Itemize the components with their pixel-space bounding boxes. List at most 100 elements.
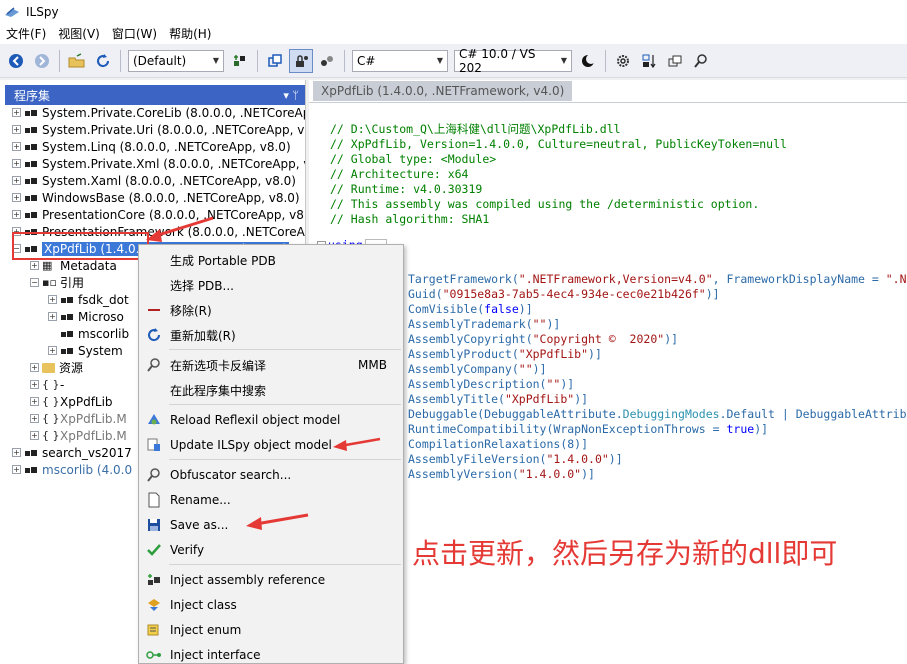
expand-toggle-icon[interactable]: + xyxy=(48,346,57,355)
context-menu-label: Reload Reflexil object model xyxy=(170,413,341,427)
language-combo[interactable]: C# ▼ xyxy=(352,49,448,72)
menu-file[interactable]: 文件(F) xyxy=(0,24,52,44)
assembly-icon xyxy=(24,175,38,187)
assembly-icon xyxy=(24,192,38,204)
options-button[interactable] xyxy=(611,49,635,73)
collapse-toggle-icon[interactable]: − xyxy=(30,278,39,287)
tree-item-label: System.Private.CoreLib (8.0.0.0, .NETCor… xyxy=(42,105,305,120)
tree-item-label: System xyxy=(78,343,123,358)
expand-toggle-icon[interactable]: + xyxy=(12,125,21,134)
tree-item[interactable]: +{ } XpPdfLib.M xyxy=(30,427,127,444)
expand-toggle-icon[interactable]: + xyxy=(12,159,21,168)
menu-window[interactable]: 窗口(W) xyxy=(106,24,163,44)
tree-item[interactable]: + search_vs2017 xyxy=(12,444,132,461)
code-token: TargetFramework( xyxy=(408,272,519,286)
manage-lists-button[interactable] xyxy=(228,49,252,73)
new-window-button[interactable] xyxy=(663,49,687,73)
context-menu-item[interactable]: 移除(R) xyxy=(139,298,403,322)
tree-item[interactable]: + fsdk_dot xyxy=(48,291,129,308)
menu-help[interactable]: 帮助(H) xyxy=(163,24,217,44)
collapse-all-icon xyxy=(268,53,282,67)
tree-item[interactable]: + System.Private.Xml (8.0.0.0, .NETCoreAp… xyxy=(12,155,305,172)
expand-toggle-icon[interactable]: + xyxy=(12,193,21,202)
code-token: ComVisible( xyxy=(408,302,485,316)
open-button[interactable] xyxy=(65,49,89,73)
context-menu-label: 在此程序集中搜索 xyxy=(170,383,267,398)
expand-toggle-icon[interactable]: + xyxy=(12,465,21,474)
expand-toggle-icon[interactable]: + xyxy=(12,176,21,185)
tree-item-label: XpPdfLib.M xyxy=(60,428,127,443)
pane-pin-button[interactable]: ▾ ᛘ xyxy=(283,89,299,102)
expand-toggle-icon[interactable]: + xyxy=(12,142,21,151)
tree-item[interactable]: + WindowsBase (8.0.0.0, .NETCoreApp, v8.0… xyxy=(12,189,300,206)
expand-toggle-icon[interactable]: + xyxy=(12,108,21,117)
tree-item[interactable]: + PresentationCore (8.0.0.0, .NETCoreApp,… xyxy=(12,206,305,223)
language-version-value: C# 10.0 / VS 202 xyxy=(459,46,536,75)
expand-toggle-icon[interactable]: + xyxy=(30,431,39,440)
members-icon xyxy=(321,55,333,66)
tree-item[interactable]: + System.Xaml (8.0.0.0, .NETCoreApp, v8.0… xyxy=(12,172,296,189)
context-menu-item[interactable]: Inject enum xyxy=(139,618,403,642)
context-menu-item[interactable]: 在新选项卡反编译 MMB xyxy=(139,353,403,377)
tree-item[interactable]: +{ } XpPdfLib xyxy=(30,393,113,410)
show-all-toggle[interactable] xyxy=(315,49,339,73)
menu-view[interactable]: 视图(V) xyxy=(52,24,106,44)
context-menu-item[interactable]: Update ILSpy object model xyxy=(139,433,403,457)
expand-toggle-icon[interactable]: + xyxy=(30,397,39,406)
code-token: "" xyxy=(532,317,547,331)
assembly-list-combo[interactable]: (Default) ▼ xyxy=(128,49,224,72)
context-menu-item[interactable]: Verify xyxy=(139,538,403,562)
context-menu-item[interactable]: Rename... xyxy=(139,488,403,512)
expand-toggle-icon[interactable]: + xyxy=(48,295,57,304)
context-menu-item[interactable]: Inject assembly reference xyxy=(139,568,403,592)
context-menu-item[interactable]: 在此程序集中搜索 xyxy=(139,378,403,402)
tree-item-label: 引用 xyxy=(60,276,85,290)
theme-toggle-button[interactable] xyxy=(576,49,600,73)
tree-item[interactable]: + 资源 xyxy=(30,359,83,376)
code-token: true xyxy=(726,422,755,436)
expand-toggle-icon[interactable]: + xyxy=(30,363,39,372)
back-button[interactable] xyxy=(4,49,28,73)
tree-item[interactable]: +{ } XpPdfLib.M xyxy=(30,410,127,427)
tree-item[interactable]: + System.Linq (8.0.0.0, .NETCoreApp, v8.0… xyxy=(12,138,291,155)
tree-item[interactable]: + System xyxy=(48,342,123,359)
language-version-combo[interactable]: C# 10.0 / VS 202 ▼ xyxy=(454,46,572,75)
tree-item[interactable]: + System.Private.Uri (8.0.0.0, .NETCoreAp… xyxy=(12,121,305,138)
sort-icon xyxy=(642,54,656,68)
context-menu-item[interactable]: Reload Reflexil object model xyxy=(139,408,403,432)
menu-icon-slot xyxy=(139,378,169,402)
document-tab[interactable]: XpPdfLib (1.4.0.0, .NETFramework, v4.0) xyxy=(313,81,573,101)
context-menu-item[interactable]: 重新加载(R) xyxy=(139,323,403,347)
code-token: DebuggingModes xyxy=(622,407,720,421)
annotation-text: 点击更新，然后另存为新的dll即可 xyxy=(412,537,838,570)
update-icon xyxy=(139,433,169,457)
search-button[interactable] xyxy=(689,49,713,73)
expand-toggle-icon[interactable]: + xyxy=(30,261,39,270)
code-token: ".NETFramework,Version=v4.0" xyxy=(518,272,713,286)
tree-item[interactable]: mscorlib xyxy=(48,325,129,342)
expand-toggle-icon[interactable]: + xyxy=(30,414,39,423)
forward-button[interactable] xyxy=(30,49,54,73)
expand-toggle-icon[interactable]: + xyxy=(30,380,39,389)
expand-toggle-icon[interactable]: + xyxy=(12,448,21,457)
code-attribute-line: AssemblyDescription("")] xyxy=(408,377,574,392)
reload-button[interactable] xyxy=(91,49,115,73)
context-menu-item[interactable]: Obfuscator search... xyxy=(139,463,403,487)
collapse-all-button[interactable] xyxy=(263,49,287,73)
sort-button[interactable] xyxy=(637,49,661,73)
context-menu-item[interactable]: Inject interface xyxy=(139,643,403,664)
context-menu-item[interactable]: Inject class xyxy=(139,593,403,617)
context-menu-item[interactable]: 生成 Portable PDB xyxy=(139,248,403,272)
expand-toggle-icon[interactable]: + xyxy=(48,312,57,321)
show-internal-toggle[interactable] xyxy=(289,48,313,73)
tree-item[interactable]: + mscorlib (4.0.0 xyxy=(12,461,132,478)
context-menu-item[interactable]: Save as... xyxy=(139,513,403,537)
tree-item[interactable]: − ▪▫ 引用 xyxy=(30,274,84,291)
expand-toggle-icon[interactable]: + xyxy=(12,210,21,219)
remove-dash-icon xyxy=(139,298,169,322)
context-menu-label: Update ILSpy object model xyxy=(170,438,332,452)
tree-item[interactable]: + System.Private.CoreLib (8.0.0.0, .NETCo… xyxy=(12,104,305,121)
context-menu-item[interactable]: 选择 PDB... xyxy=(139,273,403,297)
tree-item[interactable]: +{ } - xyxy=(30,376,64,393)
tree-item[interactable]: + Microso xyxy=(48,308,124,325)
